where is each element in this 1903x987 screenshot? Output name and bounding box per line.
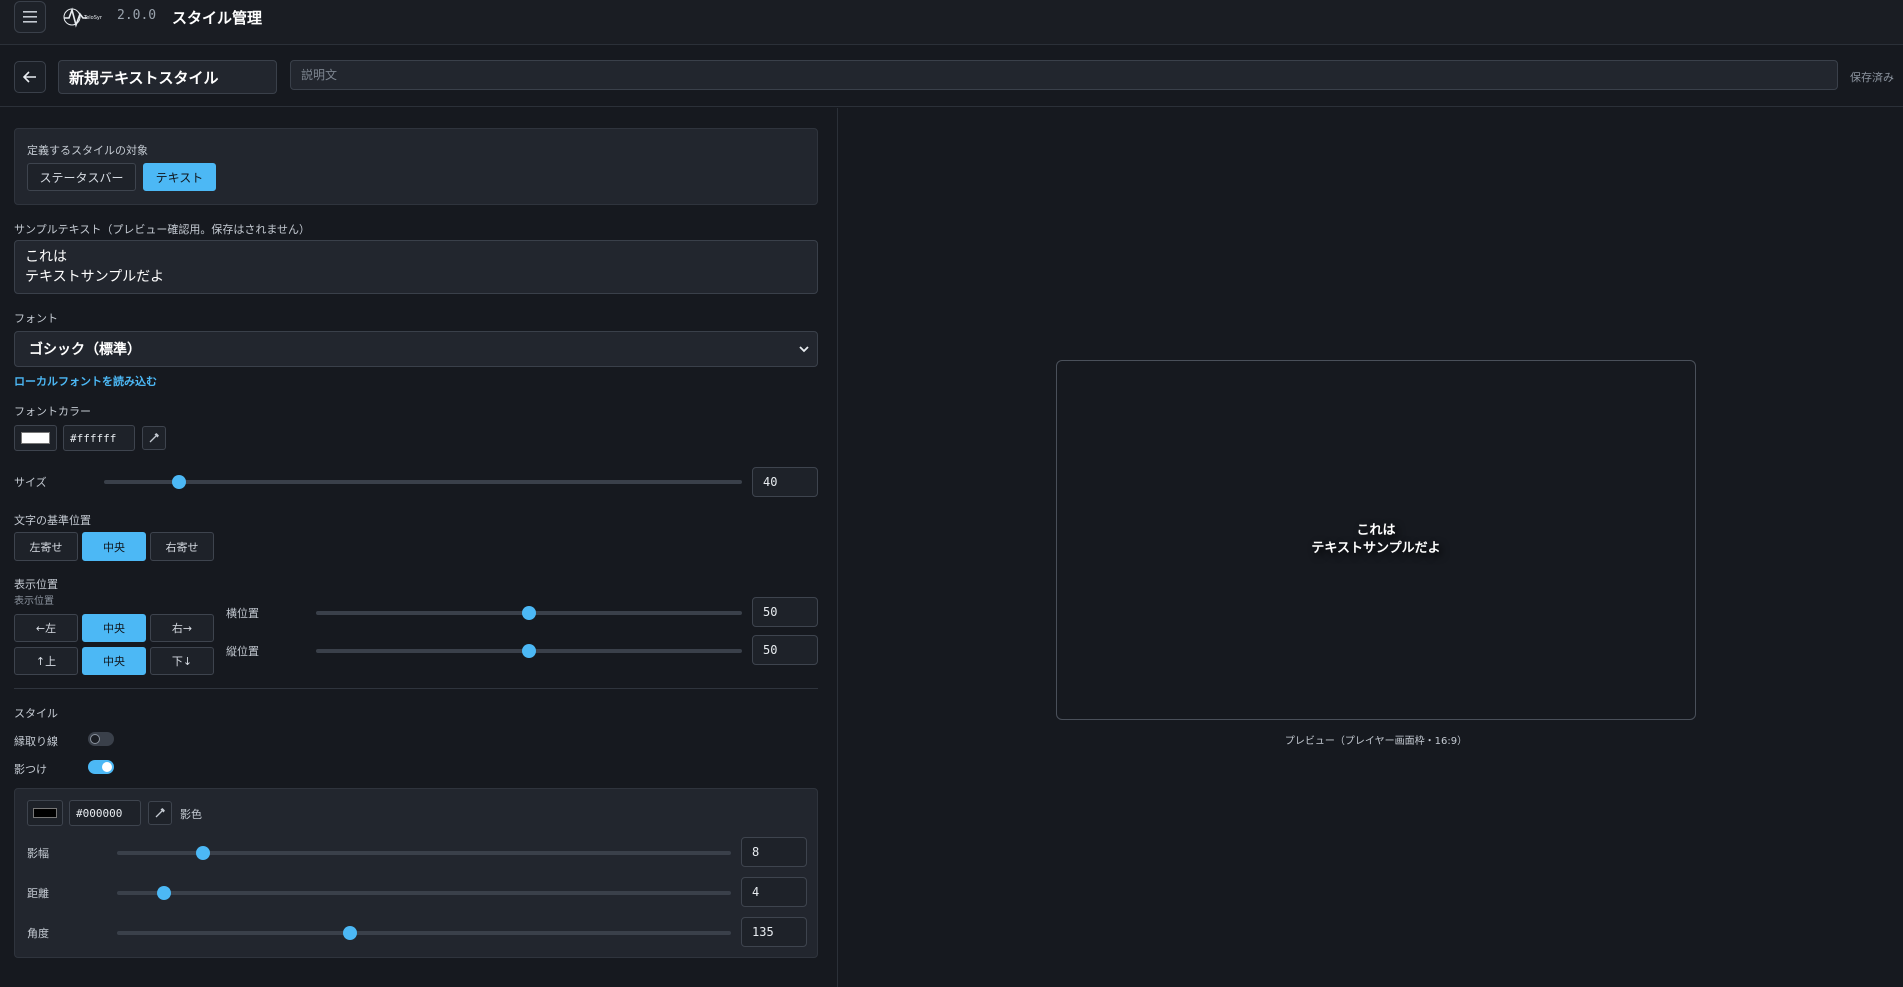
preview-frame: これは テキストサンプルだよ [1056,360,1696,720]
font-color-fill [21,432,50,444]
shadow-toggle[interactable] [88,760,114,774]
position-bottom-button[interactable]: 下↓ [150,647,214,675]
shadow-distance-input[interactable]: 4 [741,877,807,907]
vertical-position-thumb[interactable] [522,644,536,658]
position-vcenter-button[interactable]: 中央 [82,647,146,675]
menu-button[interactable] [14,1,46,33]
font-color-hex-input[interactable]: #ffffff [63,425,135,451]
shadow-width-label: 影幅 [27,847,49,860]
vertical-position-slider[interactable] [316,643,742,659]
shadow-color-eyedropper-button[interactable] [148,801,172,825]
shadow-color-fill [33,808,57,818]
shadow-angle-label: 角度 [27,927,49,940]
font-color-eyedropper-button[interactable] [142,426,166,450]
editor-panel: 定義するスタイルの対象 ステータスバー テキスト サンプルテキスト（プレビュー確… [0,108,838,987]
position-hcenter-button[interactable]: 中央 [82,614,146,642]
target-text-button[interactable]: テキスト [143,163,216,191]
shadow-angle-input[interactable]: 135 [741,917,807,947]
shadow-width-slider[interactable] [117,845,731,861]
style-name-input[interactable] [58,60,277,94]
shadow-width-thumb[interactable] [195,846,210,860]
position-sublabel: 表示位置 [14,596,54,607]
shadow-label: 影つけ [14,763,47,776]
alignment-label: 文字の基準位置 [14,514,91,527]
shadow-distance-thumb[interactable] [156,886,171,900]
chevron-down-icon [799,346,809,353]
shadow-distance-slider[interactable] [117,885,731,901]
size-input[interactable]: 40 [752,467,818,497]
style-header: 保存済み [0,45,1903,107]
position-top-button[interactable]: ↑上 [14,647,78,675]
preview-panel: これは テキストサンプルだよ プレビュー（プレイヤー画面枠・16:9） [839,108,1903,987]
top-bar: TeloSync 2.0.0 スタイル管理 [0,0,1903,45]
vertical-position-label: 縦位置 [226,645,259,658]
position-left-button[interactable]: ←左 [14,614,78,642]
sample-textarea[interactable] [14,240,818,294]
outline-toggle[interactable] [88,732,114,746]
size-slider[interactable] [104,474,742,490]
horizontal-position-slider[interactable] [316,605,742,621]
horizontal-position-thumb[interactable] [522,606,536,620]
shadow-angle-slider[interactable] [117,925,731,941]
target-label: 定義するスタイルの対象 [27,144,148,157]
load-local-font-link[interactable]: ローカルフォントを読み込む [14,373,157,389]
vertical-position-input[interactable]: 50 [752,635,818,665]
target-panel: 定義するスタイルの対象 ステータスバー テキスト [14,128,818,205]
description-input[interactable] [290,60,1838,90]
hamburger-icon [23,11,37,23]
position-right-button[interactable]: 右→ [150,614,214,642]
save-status: 保存済み [1850,71,1894,84]
font-label: フォント [14,312,58,325]
section-divider [14,688,818,689]
shadow-distance-label: 距離 [27,887,49,900]
page-title: スタイル管理 [172,9,263,27]
back-button[interactable] [14,61,46,93]
align-left-button[interactable]: 左寄せ [14,532,78,561]
horizontal-position-input[interactable]: 50 [752,597,818,627]
shadow-width-input[interactable]: 8 [741,837,807,867]
target-statusbar-button[interactable]: ステータスバー [27,163,136,191]
svg-text:TeloSync: TeloSync [83,15,102,21]
app-logo: TeloSync [62,6,106,28]
style-section-label: スタイル [14,707,58,720]
shadow-color-label: 影色 [180,808,202,821]
preview-text: これは テキストサンプルだよ [1311,523,1441,556]
sample-label: サンプルテキスト（プレビュー確認用。保存はされません） [14,223,311,236]
font-select-value: ゴシック（標準） [29,342,141,358]
shadow-color-hex-input[interactable]: #000000 [69,800,141,826]
align-center-button[interactable]: 中央 [82,532,146,561]
position-label: 表示位置 [14,578,58,591]
preview-caption: プレビュー（プレイヤー画面枠・16:9） [1284,736,1468,747]
shadow-color-swatch[interactable] [27,800,63,826]
font-color-swatch[interactable] [14,425,57,451]
eyedropper-icon [149,433,159,443]
outline-label: 縁取り線 [14,735,58,748]
font-select[interactable]: ゴシック（標準） [14,331,818,367]
font-color-label: フォントカラー [14,405,91,418]
shadow-angle-thumb[interactable] [343,926,358,940]
shadow-settings-panel: #000000 影色 影幅 8 距離 4 角度 135 [14,788,818,958]
eyedropper-icon [155,808,165,818]
arrow-left-icon [23,71,36,83]
align-right-button[interactable]: 右寄せ [150,532,214,561]
size-label: サイズ [14,476,47,489]
app-version: 2.0.0 [117,8,157,23]
horizontal-position-label: 横位置 [226,607,259,620]
size-slider-thumb[interactable] [171,475,186,489]
